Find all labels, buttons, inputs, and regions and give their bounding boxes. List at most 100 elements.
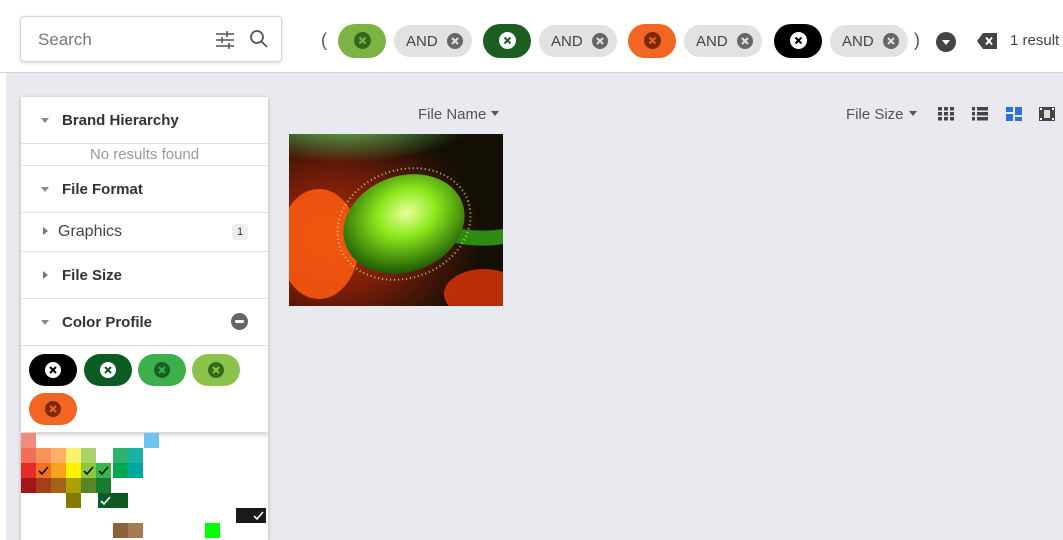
remove-chip-icon[interactable]: [208, 362, 224, 378]
filter-dropdown-button[interactable]: [936, 32, 956, 52]
and-label: AND: [551, 33, 583, 50]
section-file-format[interactable]: File Format: [21, 165, 268, 213]
and-operator-chip[interactable]: AND: [830, 25, 908, 57]
filter-settings-icon[interactable]: [214, 29, 236, 51]
expand-icon[interactable]: [43, 227, 48, 235]
and-label: AND: [842, 33, 874, 50]
filter-chip-black[interactable]: [774, 24, 822, 58]
list-view-icon[interactable]: [972, 107, 988, 121]
remove-chip-icon[interactable]: [790, 32, 807, 49]
color-swatch-selected[interactable]: [96, 463, 111, 478]
color-swatch[interactable]: [66, 463, 81, 478]
no-results-text: No results found: [89, 146, 200, 163]
section-file-size[interactable]: File Size: [21, 252, 268, 299]
filter-chip-orange[interactable]: [628, 24, 676, 58]
remove-chip-icon[interactable]: [45, 401, 61, 417]
color-swatch[interactable]: [128, 463, 143, 478]
color-chip-light-green[interactable]: [192, 354, 240, 386]
color-swatch[interactable]: [113, 448, 128, 463]
color-chip-dark-green[interactable]: [84, 354, 132, 386]
color-swatch[interactable]: [128, 448, 143, 463]
color-swatch[interactable]: [96, 478, 111, 493]
color-swatch[interactable]: [51, 478, 66, 493]
remove-chip-icon[interactable]: [499, 32, 516, 49]
remove-chip-icon[interactable]: [45, 362, 61, 378]
collapse-icon[interactable]: [41, 118, 49, 123]
color-swatch-selected[interactable]: [236, 508, 266, 523]
poppy-bud-image[interactable]: [289, 134, 503, 306]
results-count: 1 result: [1010, 32, 1060, 49]
section-title: File Format: [62, 181, 143, 198]
color-swatch[interactable]: [128, 523, 143, 538]
clear-section-icon[interactable]: [231, 313, 248, 330]
color-swatch[interactable]: [21, 448, 36, 463]
color-swatch[interactable]: [113, 523, 128, 538]
left-gutter: [0, 73, 6, 540]
sort-caret-icon: [491, 111, 500, 117]
remove-chip-icon[interactable]: [100, 362, 116, 378]
and-operator-chip[interactable]: AND: [539, 25, 617, 57]
filter-chip-dark-green[interactable]: [483, 24, 531, 58]
color-swatch[interactable]: [36, 478, 51, 493]
facet-item-label: Graphics: [58, 223, 123, 240]
color-chip-orange[interactable]: [29, 393, 77, 425]
file-thumbnail[interactable]: [289, 134, 503, 306]
remove-operator-icon[interactable]: [592, 33, 608, 49]
remove-operator-icon[interactable]: [883, 33, 899, 49]
section-title: File Size: [62, 267, 123, 284]
color-swatch[interactable]: [144, 433, 159, 448]
color-swatch[interactable]: [205, 523, 220, 538]
color-swatch[interactable]: [36, 448, 51, 463]
sort-file-name[interactable]: File Name: [418, 106, 500, 123]
remove-chip-icon[interactable]: [354, 32, 371, 49]
collapse-icon[interactable]: [41, 320, 49, 325]
and-operator-chip[interactable]: AND: [394, 25, 472, 57]
color-chip-black[interactable]: [29, 354, 77, 386]
brand-hierarchy-body: No results found: [21, 143, 268, 165]
and-operator-chip[interactable]: AND: [684, 25, 762, 57]
open-paren: (: [321, 30, 327, 50]
color-swatch[interactable]: [21, 433, 36, 448]
and-label: AND: [696, 33, 728, 50]
sort-label: File Name: [418, 106, 487, 123]
color-swatch-selected[interactable]: [81, 463, 96, 478]
remove-operator-icon[interactable]: [447, 33, 463, 49]
top-bar: Search ( AND AND AND AND) 1 result: [0, 0, 1063, 73]
collapse-icon[interactable]: [41, 187, 49, 192]
search-box[interactable]: Search: [20, 16, 282, 62]
color-chip-green[interactable]: [138, 354, 186, 386]
sort-caret-icon: [908, 111, 917, 117]
selected-colors: [21, 346, 268, 432]
facet-item-graphics[interactable]: Graphics 1: [21, 212, 268, 252]
section-title: Color Profile: [62, 314, 153, 331]
masonry-view-icon[interactable]: [1006, 107, 1022, 121]
color-swatch-selected[interactable]: [36, 463, 51, 478]
color-swatch[interactable]: [66, 478, 81, 493]
color-swatch[interactable]: [113, 463, 128, 478]
close-paren: ): [914, 30, 920, 50]
color-swatch[interactable]: [66, 493, 81, 508]
color-swatch[interactable]: [21, 463, 36, 478]
color-swatch[interactable]: [66, 448, 81, 463]
remove-chip-icon[interactable]: [154, 362, 170, 378]
sort-label: File Size: [846, 106, 904, 123]
color-swatch[interactable]: [81, 448, 96, 463]
color-swatch-selected[interactable]: [98, 493, 128, 508]
color-swatch[interactable]: [51, 463, 66, 478]
expand-icon[interactable]: [43, 271, 48, 279]
section-brand-hierarchy[interactable]: Brand Hierarchy: [21, 97, 268, 144]
grid-view-icon[interactable]: [938, 107, 954, 121]
remove-operator-icon[interactable]: [737, 33, 753, 49]
search-input[interactable]: Search: [38, 30, 92, 50]
filter-chip-light-green[interactable]: [338, 24, 386, 58]
color-swatch[interactable]: [81, 478, 96, 493]
filmstrip-view-icon[interactable]: [1039, 107, 1055, 121]
remove-chip-icon[interactable]: [644, 32, 661, 49]
color-swatch[interactable]: [21, 478, 36, 493]
section-color-profile[interactable]: Color Profile: [21, 299, 268, 346]
sort-file-size[interactable]: File Size: [846, 106, 917, 123]
color-swatch[interactable]: [51, 448, 66, 463]
color-swatch-grid: [21, 433, 268, 540]
search-icon[interactable]: [248, 28, 270, 50]
clear-filters-icon[interactable]: [976, 32, 998, 50]
